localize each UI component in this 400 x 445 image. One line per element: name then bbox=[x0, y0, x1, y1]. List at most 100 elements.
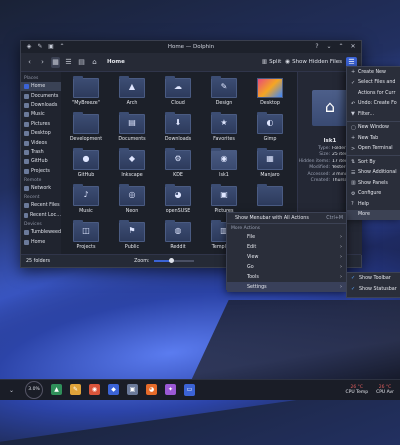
icons-view-button[interactable]: ▦ bbox=[51, 56, 60, 68]
firefox-icon[interactable]: ◕ bbox=[146, 384, 157, 395]
folder-item[interactable]: "MyBreeze" bbox=[63, 75, 109, 111]
folder-item[interactable]: ▲ Arch bbox=[109, 75, 155, 111]
submenu-item[interactable]: View › bbox=[227, 252, 346, 262]
sidebar-item[interactable]: GitHub bbox=[21, 157, 61, 166]
location-icon[interactable]: ⌂ bbox=[90, 57, 99, 68]
menu-item[interactable]: ⇅ Sort By bbox=[347, 157, 400, 168]
folder-item[interactable]: ★ Favorites bbox=[201, 111, 247, 147]
menu-item[interactable]: + Create New bbox=[347, 67, 400, 78]
folder-item[interactable]: ◎ Neon bbox=[109, 183, 155, 219]
minimize-icon[interactable]: ⌄ bbox=[325, 43, 333, 51]
sidebar-item[interactable]: Pictures bbox=[21, 120, 61, 129]
sidebar-item[interactable]: Downloads bbox=[21, 101, 61, 110]
menu-item[interactable]: ▢ New Window bbox=[347, 123, 400, 134]
menu-item[interactable]: ▼ Filter... bbox=[347, 109, 400, 120]
folder-item[interactable]: Development bbox=[63, 111, 109, 147]
maximize-icon[interactable]: ⌃ bbox=[337, 43, 345, 51]
folder-label: GitHub bbox=[77, 173, 95, 178]
folder-item[interactable]: ◆ Inkscape bbox=[109, 147, 155, 183]
back-button[interactable]: ‹ bbox=[25, 57, 34, 68]
show-hidden-files-button[interactable]: ◉ Show Hidden Files bbox=[285, 59, 342, 65]
more-submenu: Show Menubar with All Actions Ctrl+M Mor… bbox=[226, 212, 347, 292]
temperature-widget[interactable]: 26 °C CPU Temp bbox=[346, 385, 369, 395]
folder-item[interactable]: ◐ Gimp bbox=[247, 111, 293, 147]
sidebar-item[interactable]: Home bbox=[21, 237, 61, 246]
menu-item[interactable]: ✓ Select Files and bbox=[347, 78, 400, 89]
submenu-item[interactable]: Go › bbox=[227, 262, 346, 272]
keep-above-icon[interactable]: ⌃ bbox=[58, 43, 66, 51]
folder-label: Projects bbox=[76, 245, 96, 250]
temperature-widget[interactable]: 26 °C CPU Avr bbox=[376, 385, 394, 395]
menu-item[interactable]: ? Help bbox=[347, 199, 400, 210]
sidebar-item[interactable]: Videos bbox=[21, 138, 61, 147]
show-menubar-item[interactable]: Show Menubar with All Actions Ctrl+M bbox=[227, 213, 346, 224]
close-icon[interactable]: ✕ bbox=[349, 43, 357, 51]
settings-menu-label: Show Toolbar bbox=[359, 276, 391, 281]
menu-item[interactable]: ▥ Show Panels bbox=[347, 178, 400, 189]
compact-view-button[interactable]: ☰ bbox=[64, 57, 73, 68]
paint-app-icon[interactable]: ✎ bbox=[70, 384, 81, 395]
app-launcher-icon[interactable]: ⌄ bbox=[6, 385, 17, 396]
folder-item[interactable]: ◍ Reddit bbox=[155, 219, 201, 255]
folder-item[interactable]: ◕ openSUSE bbox=[155, 183, 201, 219]
sidebar-item[interactable]: Desktop bbox=[21, 129, 61, 138]
pin-icon[interactable]: ✎ bbox=[36, 43, 44, 51]
help-icon[interactable]: ? bbox=[313, 43, 321, 51]
sidebar-item[interactable]: Recent Files bbox=[21, 201, 61, 210]
folder-icon: ◫ bbox=[73, 220, 99, 242]
folder-item[interactable]: ◫ Projects bbox=[63, 219, 109, 255]
dolphin-icon[interactable]: ▭ bbox=[184, 384, 195, 396]
app-blue-icon[interactable]: ◆ bbox=[108, 384, 119, 395]
folder-item[interactable]: ▦ Manjaro bbox=[247, 147, 293, 183]
zoom-slider[interactable] bbox=[153, 258, 194, 263]
all-desktops-icon[interactable]: ▣ bbox=[47, 43, 55, 51]
folder-preview: ⌂ bbox=[312, 90, 348, 126]
menu-item[interactable]: ↶ Undo: Create Fo bbox=[347, 99, 400, 110]
submenu-item[interactable]: Edit › bbox=[227, 242, 346, 252]
sidebar-item[interactable]: Projects bbox=[21, 167, 61, 176]
terrain-app-icon[interactable]: ▲ bbox=[51, 384, 62, 395]
image-viewer-icon[interactable]: ▣ bbox=[127, 384, 138, 395]
details-view-button[interactable]: ▤ bbox=[77, 57, 86, 68]
cpu-load-widget[interactable]: 3.0% bbox=[25, 381, 43, 399]
breadcrumb[interactable]: Home bbox=[107, 59, 125, 65]
folder-item[interactable]: ♪ Music bbox=[63, 183, 109, 219]
folder-item[interactable]: ⚑ Public bbox=[109, 219, 155, 255]
app-purple-icon[interactable]: ✦ bbox=[165, 384, 176, 395]
sidebar-item[interactable]: Documents bbox=[21, 91, 61, 100]
menu-item-label: Help bbox=[358, 201, 369, 207]
folder-item[interactable]: Desktop bbox=[247, 75, 293, 111]
menu-item[interactable]: More bbox=[347, 209, 400, 220]
submenu-item-label: Edit bbox=[247, 244, 257, 250]
menu-item[interactable]: ☰ Show Additional bbox=[347, 168, 400, 179]
settings-menu-item[interactable]: ✓ Show Statusbar bbox=[347, 284, 400, 295]
chrome-icon[interactable]: ◉ bbox=[89, 384, 100, 395]
menu-item[interactable]: > Open Terminal bbox=[347, 144, 400, 155]
sidebar-item[interactable]: Music bbox=[21, 110, 61, 119]
submenu-item[interactable]: Settings › bbox=[227, 282, 346, 292]
title-bar[interactable]: ◈ ✎ ▣ ⌃ Home — Dolphin ? ⌄ ⌃ ✕ bbox=[21, 41, 361, 53]
split-button[interactable]: ▥ Split bbox=[262, 59, 281, 65]
folder-item[interactable]: ◉ lsk1 bbox=[201, 147, 247, 183]
folder-item[interactable]: ⬇ Downloads bbox=[155, 111, 201, 147]
submenu-item[interactable]: Tools › bbox=[227, 272, 346, 282]
menu-item[interactable]: ⚙ Configure bbox=[347, 189, 400, 200]
sidebar-item[interactable]: Trash bbox=[21, 148, 61, 157]
folder-item[interactable]: ⚙ KDE bbox=[155, 147, 201, 183]
menu-item[interactable]: Actions for Curr bbox=[347, 88, 400, 99]
sidebar-item[interactable]: Home bbox=[21, 82, 61, 92]
menu-item-icon: + bbox=[351, 69, 356, 76]
folder-item[interactable]: ✎ Design bbox=[201, 75, 247, 111]
sidebar-item[interactable]: Network bbox=[21, 184, 61, 193]
forward-button[interactable]: › bbox=[38, 57, 47, 68]
folder-item[interactable]: ☁ Cloud bbox=[155, 75, 201, 111]
sidebar-item[interactable]: Recent Loc… bbox=[21, 211, 61, 220]
menu-item[interactable]: + New Tab bbox=[347, 133, 400, 144]
settings-menu-item[interactable]: ✓ Show Toolbar bbox=[347, 273, 400, 284]
zoom-handle[interactable] bbox=[169, 258, 175, 263]
folder-item[interactable]: ● GitHub bbox=[63, 147, 109, 183]
submenu-item[interactable]: File › bbox=[227, 232, 346, 242]
sidebar-item[interactable]: Tumbleweed bbox=[21, 228, 61, 237]
folder-item[interactable]: ▤ Documents bbox=[109, 111, 155, 147]
window-menu-icon[interactable]: ◈ bbox=[25, 43, 33, 51]
